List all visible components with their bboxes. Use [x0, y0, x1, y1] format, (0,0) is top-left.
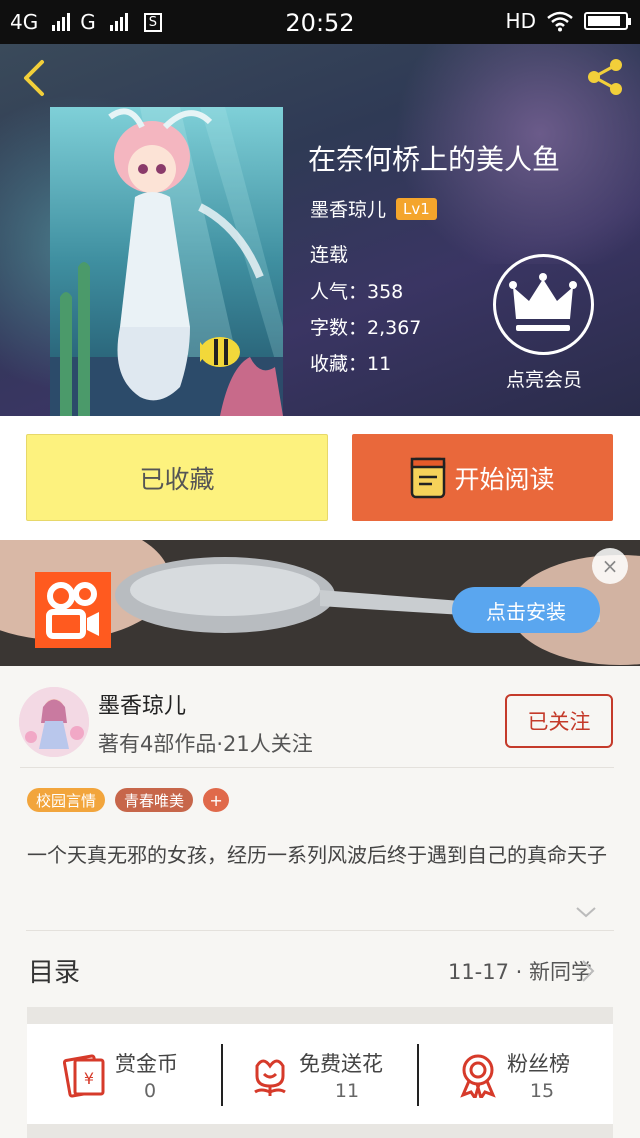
reward-coins-label: 赏金币 — [115, 1052, 178, 1076]
chevron-right-icon[interactable] — [580, 958, 596, 984]
wifi-icon — [547, 11, 573, 32]
tag-youth[interactable]: 青春唯美 — [115, 788, 194, 812]
book-word-count: 字数：2,367 — [310, 317, 422, 339]
followed-button[interactable]: 已关注 — [505, 694, 613, 748]
back-icon[interactable] — [18, 58, 58, 98]
avatar-image — [19, 687, 89, 757]
book-hero: 在奈何桥上的美人鱼 墨香琼儿 Lv1 连载 人气：358 字数：2,367 收藏… — [0, 44, 640, 416]
level-badge: Lv1 — [396, 197, 437, 220]
favorited-button[interactable]: 已收藏 — [26, 434, 328, 521]
start-reading-button[interactable]: 开始阅读 — [352, 434, 613, 521]
tag-campus-romance[interactable]: 校园言情 — [27, 788, 106, 812]
book-popularity: 人气：358 — [310, 281, 404, 303]
reward-coins-value: 0 — [143, 1080, 157, 1102]
reward-coins[interactable]: ¥ 赏金币 0 — [27, 1024, 221, 1124]
toc-latest-chapter[interactable]: 11-17 · 新同学 — [448, 956, 592, 986]
section-gap — [27, 1124, 613, 1138]
book-icon — [411, 457, 446, 498]
kuaishou-logo-icon — [46, 582, 99, 639]
avatar[interactable] — [19, 687, 89, 757]
add-tag-button[interactable]: + — [203, 788, 230, 812]
vip-button[interactable] — [493, 254, 594, 355]
close-icon[interactable]: × — [592, 548, 628, 584]
book-favorites: 收藏：11 — [310, 353, 392, 375]
svg-text:¥: ¥ — [84, 1069, 94, 1088]
share-icon[interactable] — [582, 54, 628, 100]
tag-list: 校园言情 青春唯美 + — [27, 788, 230, 812]
author-stats: 著有4部作品·21人关注 — [98, 732, 313, 756]
cover-illustration — [50, 107, 283, 416]
medal-icon — [460, 1054, 496, 1098]
ad-app-logo[interactable] — [35, 572, 111, 648]
reward-fans[interactable]: 粉丝榜 15 — [419, 1024, 613, 1124]
start-reading-label: 开始阅读 — [454, 464, 555, 494]
coin-envelope-icon: ¥ — [62, 1054, 105, 1098]
toc-title[interactable]: 目录 — [28, 952, 80, 989]
battery-icon — [584, 12, 631, 30]
section-gap — [27, 1007, 613, 1024]
book-title: 在奈何桥上的美人鱼 — [308, 143, 561, 176]
book-description: 一个天真无邪的女孩，经历一系列风波后终于遇到自己的真命天子 — [27, 843, 607, 867]
reward-fans-value: 15 — [529, 1080, 555, 1102]
book-cover[interactable] — [50, 107, 283, 416]
book-author[interactable]: 墨香琼儿 — [310, 195, 386, 222]
vip-label[interactable]: 点亮会员 — [480, 365, 608, 392]
reward-flowers[interactable]: 免费送花 11 — [223, 1024, 417, 1124]
flower-icon — [254, 1059, 286, 1096]
reward-fans-label: 粉丝榜 — [507, 1052, 570, 1076]
author-name[interactable]: 墨香琼儿 — [98, 688, 186, 720]
ad-install-button[interactable]: 点击安装 — [452, 587, 600, 633]
book-author-row[interactable]: 墨香琼儿 Lv1 — [310, 195, 437, 222]
divider — [26, 930, 614, 931]
author-card: 墨香琼儿 著有4部作品·21人关注 已关注 — [0, 666, 640, 768]
book-status: 连载 — [310, 244, 349, 266]
reward-flowers-value: 11 — [334, 1080, 360, 1102]
reward-flowers-label: 免费送花 — [299, 1052, 383, 1076]
chevron-down-icon[interactable] — [574, 904, 598, 920]
action-row: 已收藏 开始阅读 — [0, 416, 640, 540]
status-bar: 4G G S 20:52 HD — [0, 0, 640, 44]
hd-label: HD — [505, 9, 536, 33]
ad-banner[interactable]: 点击安装 × — [0, 540, 640, 666]
status-right: HD — [505, 9, 631, 33]
divider — [20, 767, 614, 768]
rewards-bar: ¥ 赏金币 0 免费送花 11 粉丝榜 15 — [27, 1024, 613, 1124]
crown-icon — [509, 273, 577, 331]
